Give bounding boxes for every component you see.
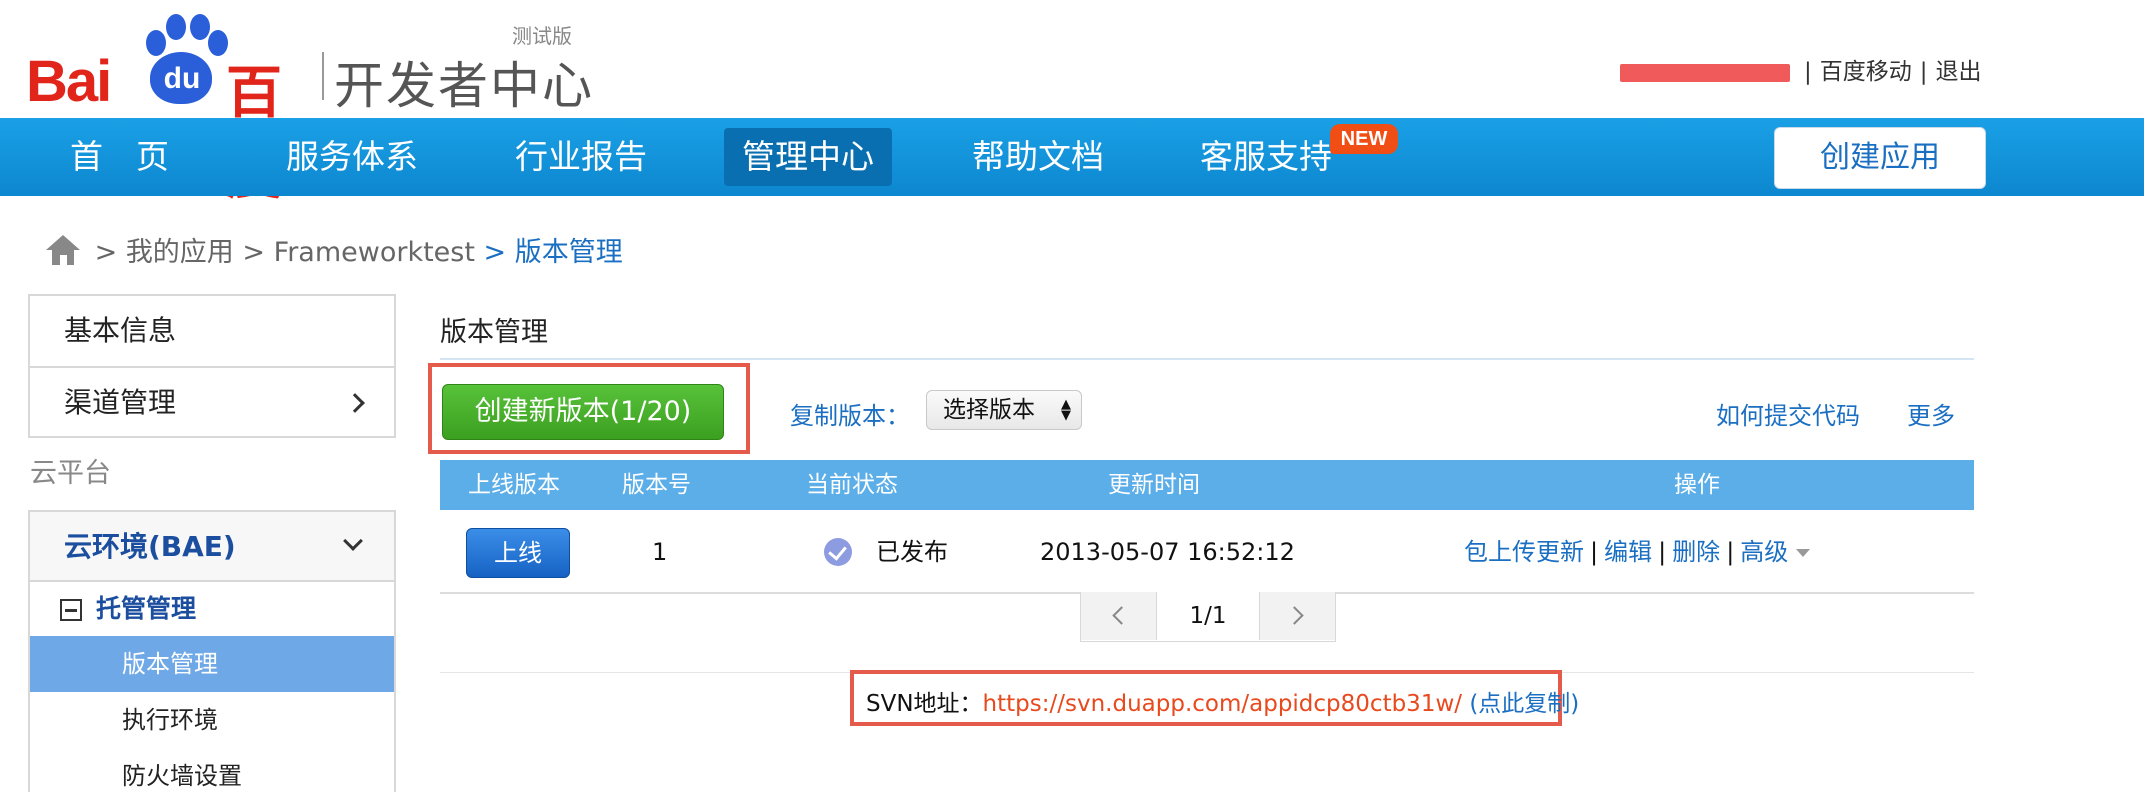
breadcrumb: > 我的应用 > Frameworktest > 版本管理 — [46, 230, 623, 269]
breadcrumb-separator: > — [94, 237, 118, 268]
breadcrumb-my-apps[interactable]: 我的应用 — [126, 237, 234, 268]
copy-version-label: 复制版本： — [790, 402, 910, 430]
sidebar-group-hosting[interactable]: 托管管理 — [30, 582, 394, 636]
nav-item-management[interactable]: 管理中心 — [724, 128, 892, 186]
username-redacted[interactable] — [1620, 63, 1790, 82]
sidebar-item-channel[interactable]: 渠道管理 — [30, 366, 394, 436]
breadcrumb-separator: > — [483, 237, 507, 268]
more-link[interactable]: 更多 — [1907, 396, 1955, 431]
collapse-minus-icon[interactable] — [60, 599, 82, 621]
column-header: 版本号 — [622, 472, 691, 498]
logo-bai-text: Bai — [26, 49, 112, 114]
svn-label: SVN地址： — [866, 691, 983, 717]
nav-item-help-docs[interactable]: 帮助文档 — [954, 128, 1122, 186]
sidebar-section-cloud: 云平台 — [30, 458, 111, 489]
top-links: | 百度移动 | 退出 — [1620, 52, 1982, 86]
page-indicator: 1/1 — [1189, 603, 1227, 629]
sidebar: 基本信息 渠道管理 云平台 云环境(BAE) 托管管理 版本管理 执行环境 防火… — [28, 294, 396, 792]
column-header: 当前状态 — [806, 472, 898, 498]
sidebar-item-label: 云环境(BAE) — [64, 530, 236, 563]
sidebar-item-basic-info[interactable]: 基本信息 — [30, 296, 394, 366]
svn-address: SVN地址：https://svn.duapp.com/appidcp80ctb… — [866, 684, 1579, 718]
upload-update-link[interactable]: 包上传更新 — [1464, 538, 1584, 566]
create-app-button[interactable]: 创建应用 — [1774, 127, 1986, 189]
chevron-right-icon — [345, 393, 365, 413]
table-header: 上线版本 版本号 当前状态 更新时间 操作 — [440, 460, 1974, 510]
column-header: 上线版本 — [468, 472, 560, 498]
how-to-commit-link[interactable]: 如何提交代码 — [1716, 396, 1860, 431]
logout-link[interactable]: 退出 — [1936, 59, 1982, 85]
sidebar-item-firewall[interactable]: 防火墙设置 — [30, 748, 394, 792]
breadcrumb-app[interactable]: Frameworktest — [274, 237, 475, 268]
logo-divider — [322, 52, 324, 100]
dev-center-title: 开发者中心 — [334, 57, 594, 115]
nav-item-reports[interactable]: 行业报告 — [497, 128, 665, 186]
header: Bai du 百度 开发者中心 测试版 |百度移动|退出 — [0, 0, 2144, 207]
table-row: 上线 1 已发布 2013-05-07 16:52:12 包上传更新 | 编辑 | 删除… — [440, 510, 1974, 594]
operations: 包上传更新 | 编辑 | 删除 | 高级 — [1464, 510, 1811, 594]
advanced-link[interactable]: 高级 — [1740, 538, 1788, 566]
sidebar-item-version-mgmt[interactable]: 版本管理 — [30, 636, 394, 692]
prev-page-button[interactable] — [1081, 592, 1157, 640]
baidu-logo[interactable]: Bai du 百度 — [26, 10, 326, 207]
version-number: 1 — [652, 538, 668, 566]
version-select-value: 选择版本 — [943, 397, 1035, 423]
chevron-down-icon — [343, 531, 363, 551]
sidebar-top-box: 基本信息 渠道管理 — [28, 294, 396, 438]
beta-label: 测试版 — [512, 24, 572, 48]
copy-svn-link[interactable]: (点此复制) — [1469, 691, 1579, 717]
sidebar-item-bae[interactable]: 云环境(BAE) — [30, 512, 394, 582]
create-version-button[interactable]: 创建新版本(1/20) — [442, 384, 724, 440]
column-header: 操作 — [1674, 472, 1720, 498]
check-icon — [824, 538, 852, 566]
logo-du-text: du — [163, 62, 201, 95]
edit-link[interactable]: 编辑 — [1604, 538, 1652, 566]
pagination: 1/1 — [1080, 592, 1336, 642]
baidu-mobile-link[interactable]: 百度移动 — [1820, 59, 1912, 85]
new-badge: NEW — [1330, 124, 1398, 154]
page-title: 版本管理 — [440, 317, 548, 348]
online-button[interactable]: 上线 — [466, 528, 570, 578]
sidebar-item-label: 基本信息 — [64, 314, 177, 347]
update-time: 2013-05-07 16:52:12 — [1040, 538, 1295, 566]
home-icon[interactable] — [46, 235, 80, 265]
breadcrumb-current: 版本管理 — [514, 237, 623, 268]
paw-icon: du — [132, 10, 228, 106]
version-select[interactable]: 选择版本 ▲ ▼ — [926, 390, 1082, 430]
svn-url-link[interactable]: https://svn.duapp.com/appidcp80ctb31w/ — [983, 691, 1462, 717]
next-page-button[interactable] — [1259, 592, 1335, 640]
breadcrumb-separator: > — [242, 237, 266, 268]
nav-item-services[interactable]: 服务体系 — [268, 128, 436, 186]
title-divider — [440, 358, 1974, 360]
nav-item-home[interactable]: 首 页 — [52, 128, 187, 186]
sidebar-group-label: 托管管理 — [96, 594, 197, 623]
sidebar-item-label: 渠道管理 — [64, 386, 177, 419]
status-text: 已发布 — [876, 538, 948, 566]
select-arrows-icon: ▲ ▼ — [1061, 397, 1071, 423]
nav-item-support[interactable]: 客服支持 — [1182, 128, 1350, 186]
caret-down-icon[interactable] — [1796, 549, 1811, 557]
sidebar-bae-box: 云环境(BAE) 托管管理 版本管理 执行环境 防火墙设置 — [28, 510, 396, 792]
column-header: 更新时间 — [1108, 472, 1200, 498]
sidebar-item-runtime[interactable]: 执行环境 — [30, 692, 394, 748]
delete-link[interactable]: 删除 — [1672, 538, 1720, 566]
